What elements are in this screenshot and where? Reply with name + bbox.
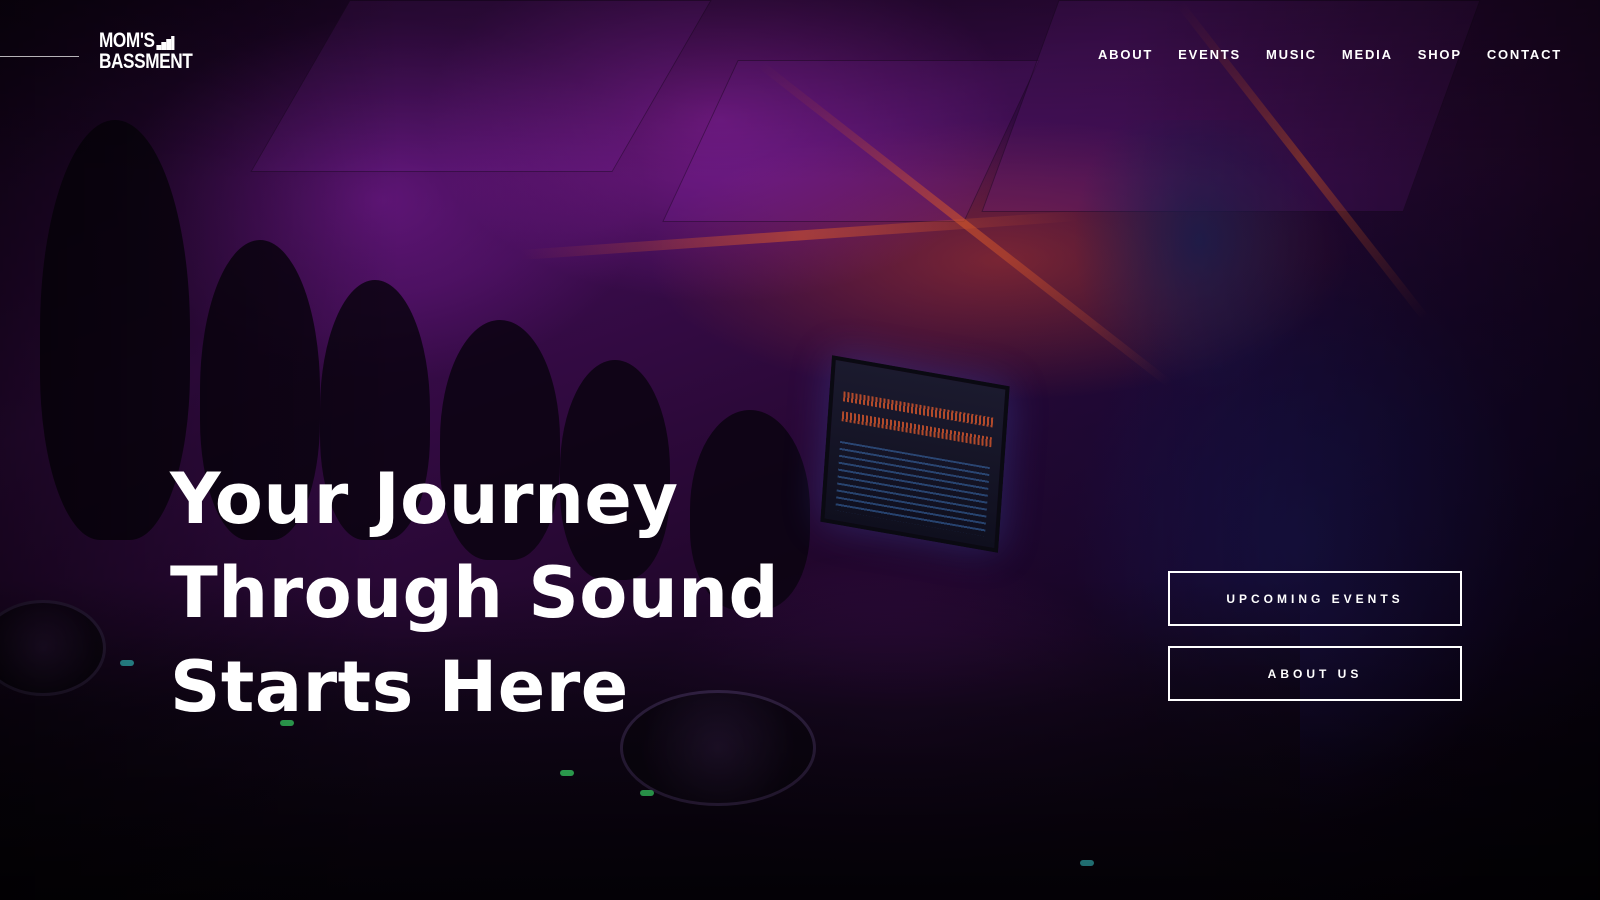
logo-line-2: BASSMENT: [99, 50, 193, 73]
stairs-icon: [156, 36, 175, 50]
nav-link-music[interactable]: MUSIC: [1266, 47, 1317, 62]
nav-link-media[interactable]: MEDIA: [1342, 47, 1393, 62]
headline-line-3: Starts Here: [170, 646, 629, 728]
hero-section: MOM'S BASSMENT ABOUT EVENTS MUSIC MEDIA …: [0, 0, 1600, 900]
upcoming-events-button[interactable]: UPCOMING EVENTS: [1168, 571, 1462, 626]
site-logo[interactable]: MOM'S BASSMENT: [99, 30, 193, 74]
nav-link-about[interactable]: ABOUT: [1098, 47, 1153, 62]
hero-headline: Your Journey Through Sound Starts Here: [170, 452, 779, 734]
nav-link-contact[interactable]: CONTACT: [1487, 47, 1562, 62]
hero-overlay: [0, 0, 1600, 900]
about-us-button[interactable]: ABOUT US: [1168, 646, 1462, 701]
nav-link-events[interactable]: EVENTS: [1178, 47, 1241, 62]
logo-line-1: MOM'S: [99, 30, 181, 51]
nav-link-shop[interactable]: SHOP: [1418, 47, 1462, 62]
header-accent-line: [0, 56, 79, 57]
headline-line-2: Through Sound: [170, 552, 780, 634]
headline-line-1: Your Journey: [170, 458, 679, 540]
main-navigation: ABOUT EVENTS MUSIC MEDIA SHOP CONTACT: [1098, 47, 1562, 62]
